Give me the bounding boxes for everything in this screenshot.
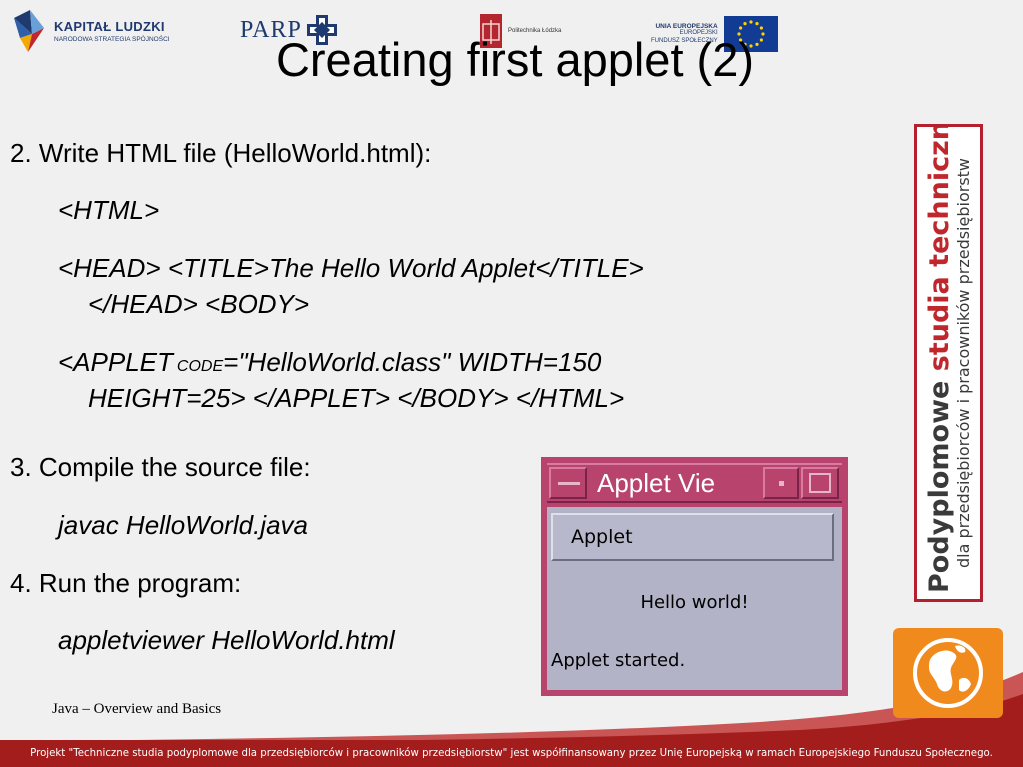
step-2-text: 2. Write HTML file (HelloWorld.html):: [10, 138, 432, 168]
step-4-text: 4. Run the program:: [10, 568, 242, 598]
applet-viewer-titlebar: Applet Vie: [547, 463, 842, 503]
cmd-javac: javac HelloWorld.java: [58, 510, 308, 540]
applet-status-text: Applet started.: [551, 650, 686, 671]
kapital-ludzki-emblem-icon: [10, 8, 46, 54]
code-line-applet-1: <APPLET CODE="HelloWorld.class" WIDTH=150: [58, 346, 601, 383]
kapital-ludzki-title: KAPITAŁ LUDZKI: [54, 19, 165, 34]
applet-viewer-title: Applet Vie: [597, 468, 716, 498]
applet-menu[interactable]: Applet: [551, 513, 834, 561]
code-line-html: <HTML>: [58, 195, 160, 225]
minimize-icon: [779, 481, 784, 486]
code-attr-code: CODE: [176, 358, 224, 375]
code-line-head-1: <HEAD> <TITLE>The Hello World Applet</TI…: [58, 253, 644, 283]
program-badge-title: Podyplomowe studia techniczne: [923, 124, 955, 593]
applet-viewer-window: Applet Vie Applet Hello world! Applet st…: [541, 457, 848, 696]
program-badge: Podyplomowe studia techniczne dla przeds…: [914, 124, 983, 602]
applet-menu-label: Applet: [571, 526, 633, 548]
window-menu-button[interactable]: [549, 467, 587, 499]
program-badge-subtitle: dla przedsiębiorców i pracowników przeds…: [953, 157, 973, 569]
slide-footnote: Java – Overview and Basics: [52, 701, 222, 717]
window-menu-icon: [558, 482, 580, 485]
maximize-icon: [809, 473, 831, 493]
code-applet-tag: <APPLET: [58, 347, 173, 377]
applet-output-text: Hello world!: [640, 592, 749, 613]
slide-title: Creating first applet (2): [275, 33, 755, 86]
footer-banner-text: Projekt "Techniczne studia podyplomowe d…: [30, 748, 993, 759]
globe-icon: [893, 628, 1003, 718]
eu-text-line1: UNIA EUROPEJSKA: [655, 22, 718, 30]
code-applet-attrs: ="HelloWorld.class" WIDTH=150: [223, 347, 602, 377]
step-3-text: 3. Compile the source file:: [10, 452, 311, 482]
code-line-head-2: </HEAD> <BODY>: [88, 289, 310, 319]
maximize-button[interactable]: [801, 467, 839, 499]
footer-banner: Projekt "Techniczne studia podyplomowe d…: [0, 740, 1023, 767]
cmd-appletviewer: appletviewer HelloWorld.html: [58, 625, 395, 655]
applet-viewer-client: Applet Hello world! Applet started.: [547, 507, 842, 690]
minimize-button[interactable]: [763, 467, 799, 499]
code-line-applet-2: HEIGHT=25> </APPLET> </BODY> </HTML>: [88, 383, 625, 413]
